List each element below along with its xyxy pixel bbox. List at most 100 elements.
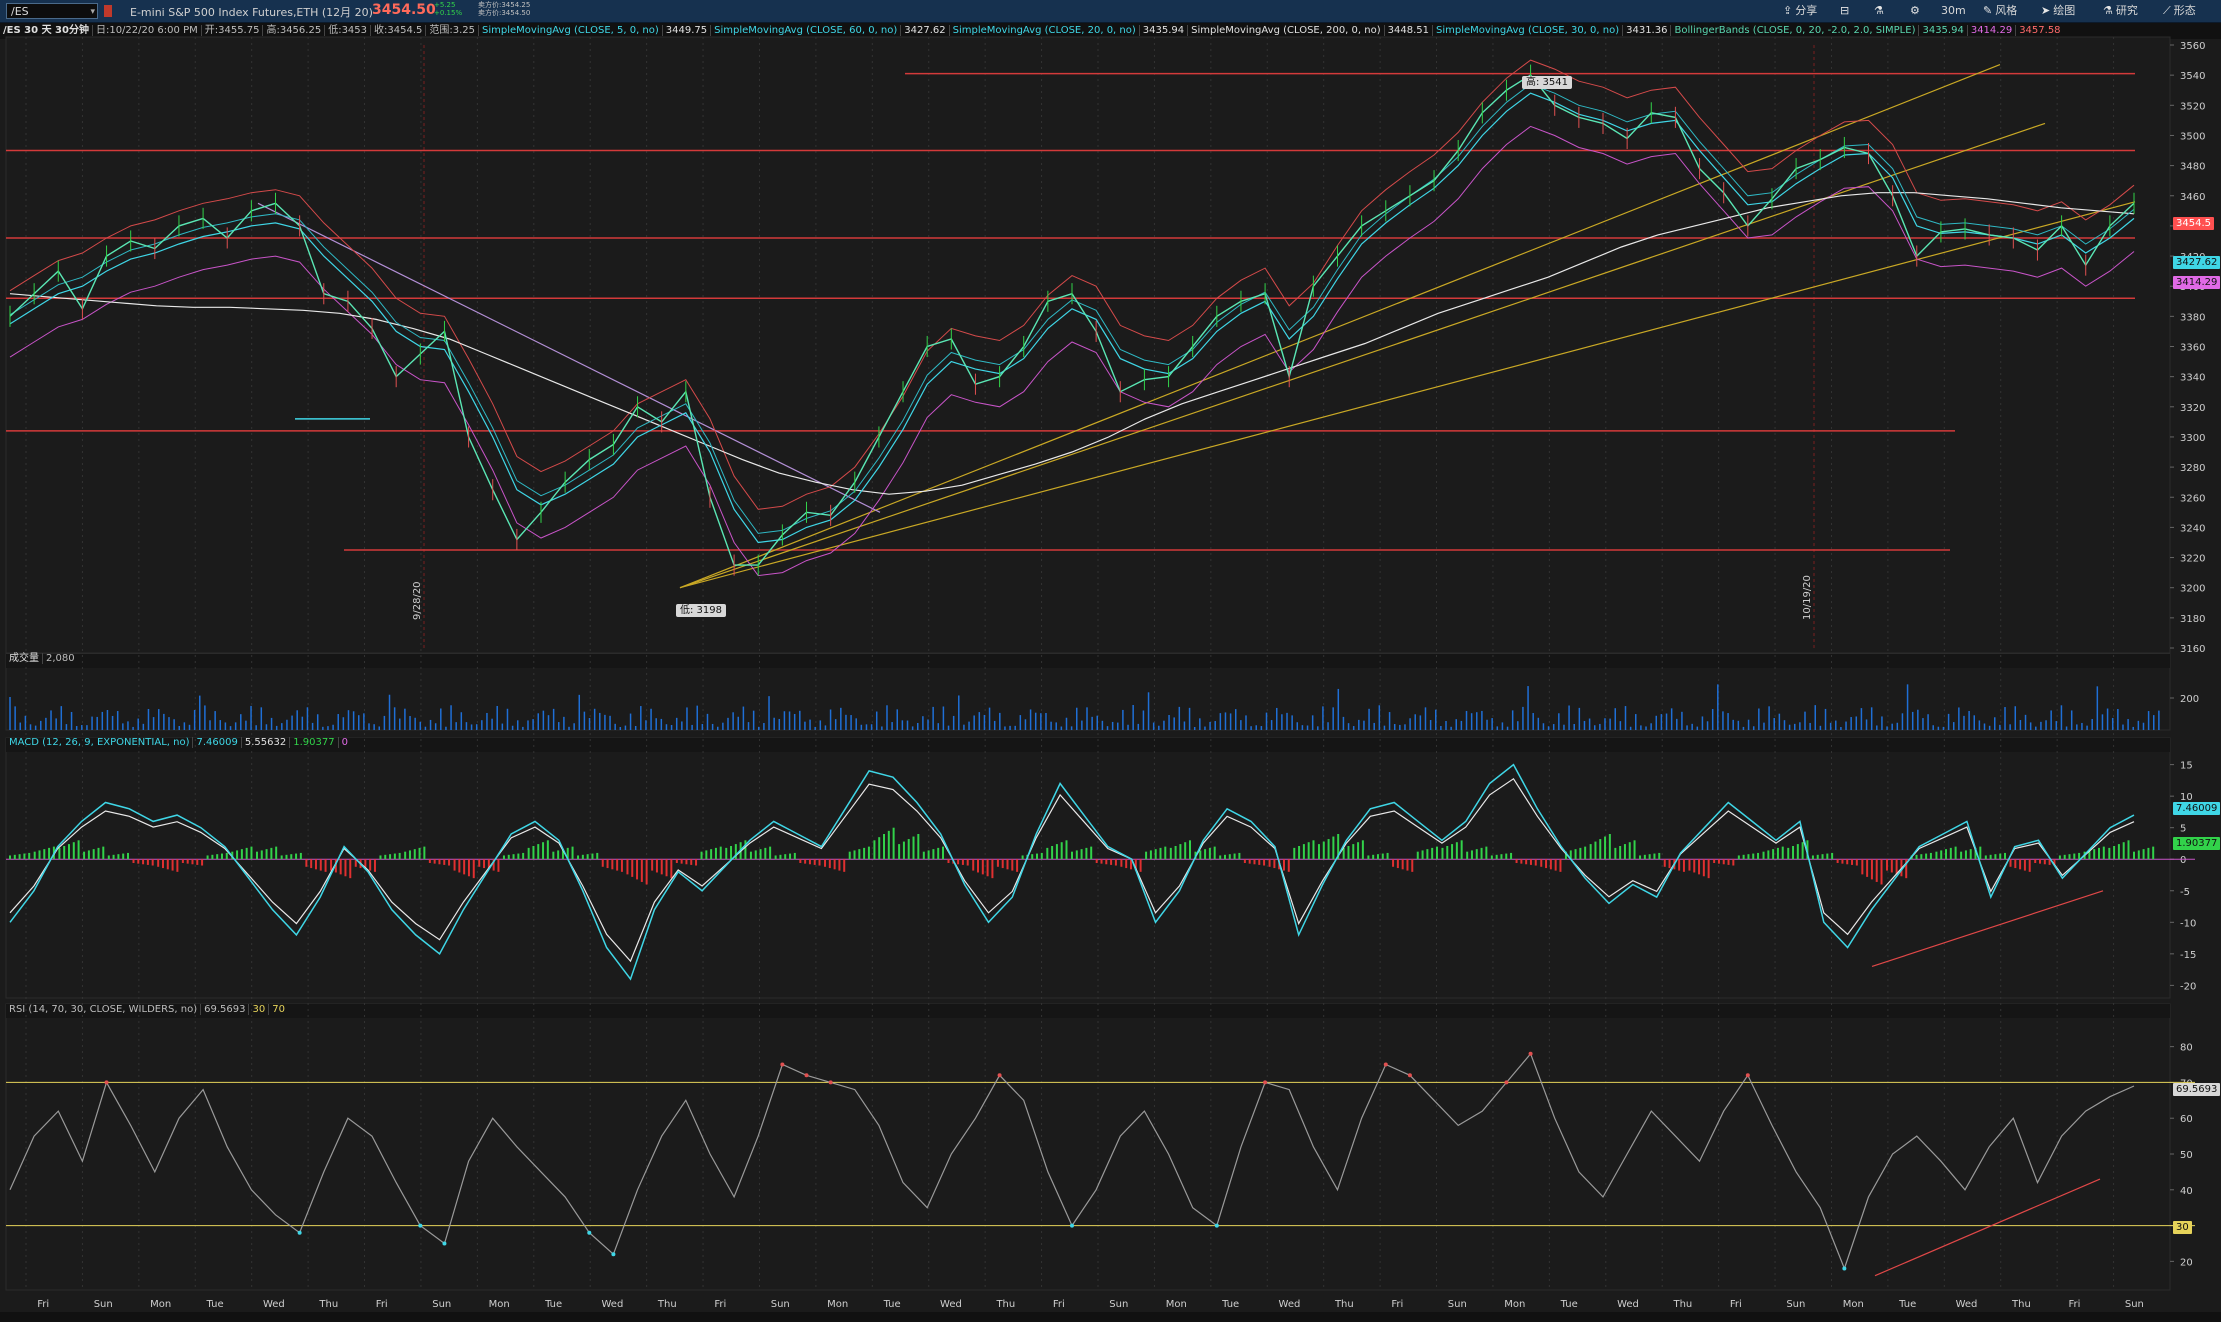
rsi-extreme-point [1383,1062,1388,1067]
price-axis-label: 3540 [2180,71,2205,82]
volume-axis-label: 200 [2180,694,2199,705]
day-tick-label: Fri [1730,1299,1742,1310]
macd-axis-label: -5 [2180,887,2190,898]
day-tick-label: Wed [940,1299,962,1310]
rsi-label[interactable]: RSI (14, 70, 30, CLOSE, WILDERS, no) [6,1004,200,1015]
day-tick-label: Sun [94,1299,113,1310]
low-tag: 低: 3198 [676,604,726,617]
day-tick-label: Sun [2125,1299,2144,1310]
price-axis-label: 3200 [2180,584,2205,595]
price-axis-label: 3180 [2180,614,2205,625]
macd-label[interactable]: MACD (12, 26, 9, EXPONENTIAL, no) [6,737,192,748]
day-tick-label: Fri [714,1299,726,1310]
rsi-axis-label: 40 [2180,1186,2193,1197]
day-tick-label: Wed [601,1299,623,1310]
day-tick-label: Wed [1956,1299,1978,1310]
rsi-extreme-point [804,1073,809,1078]
day-tick-label: Thu [2011,1299,2031,1310]
last-price-badge: 3454.5 [2173,217,2214,230]
rsi-extreme-point [1504,1080,1509,1085]
day-tick-label: Fri [376,1299,388,1310]
day-tick-label: Thu [1672,1299,1692,1310]
panel-bg [5,36,2171,654]
macd-diff: 1.90377 [289,737,338,748]
rsi-value: 69.5693 [200,1004,249,1015]
macd-axis-label: 5 [2180,824,2186,835]
day-tick-label: Tue [883,1299,901,1310]
day-tick-label: Thu [318,1299,338,1310]
rsi-extreme-point [780,1062,785,1067]
volume-label: 成交量 [9,653,39,664]
rsi-axis-label: 80 [2180,1043,2193,1054]
price-axis-label: 3340 [2180,373,2205,384]
price-axis-label: 3480 [2180,162,2205,173]
day-tick-label: Fri [2068,1299,2080,1310]
rsi-extreme-point [1263,1080,1268,1085]
rsi-extreme-point [1842,1266,1847,1271]
sma-badge: 3427.62 [2173,256,2221,269]
bottom-scrollbar[interactable] [0,1312,2221,1322]
price-axis-label: 3360 [2180,343,2205,354]
rsi-extreme-point [611,1252,616,1257]
macd-axis-label: -20 [2180,981,2196,992]
rsi-extreme-point [418,1223,423,1228]
day-tick-label: Mon [489,1299,510,1310]
macd-avg: 5.55632 [240,737,290,748]
bollinger-badge: 3414.29 [2173,276,2221,289]
price-axis-label: 3280 [2180,463,2205,474]
volume-panel-label: 成交量 2,080 [6,652,78,666]
day-tick-label: Mon [1166,1299,1187,1310]
rsi-value-badge: 69.5693 [2173,1083,2221,1096]
rsi-axis-label: 50 [2180,1150,2193,1161]
day-tick-label: Wed [1617,1299,1639,1310]
rsi-high: 70 [268,1004,288,1015]
rsi-extreme-point [1745,1073,1750,1078]
panel-bg [5,1003,2171,1291]
macd-value: 7.46009 [192,737,241,748]
macd-axis-label: -15 [2180,950,2196,961]
day-tick-label: Thu [1334,1299,1354,1310]
rsi-low: 30 [248,1004,269,1015]
day-tick-label: Thu [657,1299,677,1310]
price-axis-label: 3320 [2180,403,2205,414]
high-tag: 高: 3541 [1522,76,1572,89]
price-axis-label: 3380 [2180,312,2205,323]
macd-diff-badge: 1.90377 [2173,837,2221,850]
day-tick-label: Sun [1109,1299,1128,1310]
day-tick-label: Wed [263,1299,285,1310]
rsi-extreme-point [1528,1051,1533,1056]
day-tick-label: Sun [432,1299,451,1310]
price-axis-label: 3160 [2180,644,2205,655]
day-tick-label: Mon [150,1299,171,1310]
day-tick-label: Tue [206,1299,224,1310]
rsi-extreme-point [442,1241,447,1246]
macd-axis-label: -10 [2180,918,2196,929]
volume-value: 2,080 [42,653,78,664]
day-tick-label: Fri [37,1299,49,1310]
rsi-extreme-point [1214,1223,1219,1228]
price-axis-label: 3460 [2180,192,2205,203]
day-tick-label: Mon [1504,1299,1525,1310]
day-tick-label: Sun [1448,1299,1467,1310]
macd-panel-label: MACD (12, 26, 9, EXPONENTIAL, no) 7.46009… [6,736,351,750]
date-marker-label: 10/19/20 [1802,575,1813,620]
rsi-extreme-point [587,1230,592,1235]
price-axis-label: 3220 [2180,554,2205,565]
price-axis-label: 3520 [2180,101,2205,112]
day-tick-label: Tue [544,1299,562,1310]
price-axis-label: 3560 [2180,41,2205,52]
day-tick-label: Sun [1786,1299,1805,1310]
rsi-panel-label: RSI (14, 70, 30, CLOSE, WILDERS, no) 69.5… [6,1003,288,1017]
day-tick-label: Wed [1279,1299,1301,1310]
price-axis-label: 3260 [2180,493,2205,504]
day-tick-label: Fri [1391,1299,1403,1310]
chart-canvas[interactable]: Fri Sun Mon Tue Wed Thu Fri Sun Mon Tue Wed Thu Fri S… [0,0,2221,1322]
panel-header [6,654,2170,668]
day-tick-label: Tue [1560,1299,1578,1310]
macd-axis-label: 15 [2180,761,2193,772]
price-axis-label: 3240 [2180,523,2205,534]
macd-zero: 0 [337,737,351,748]
rsi-extreme-point [1070,1223,1074,1228]
macd-axis-label: 0 [2180,855,2186,866]
rsi-extreme-point [1407,1073,1412,1078]
